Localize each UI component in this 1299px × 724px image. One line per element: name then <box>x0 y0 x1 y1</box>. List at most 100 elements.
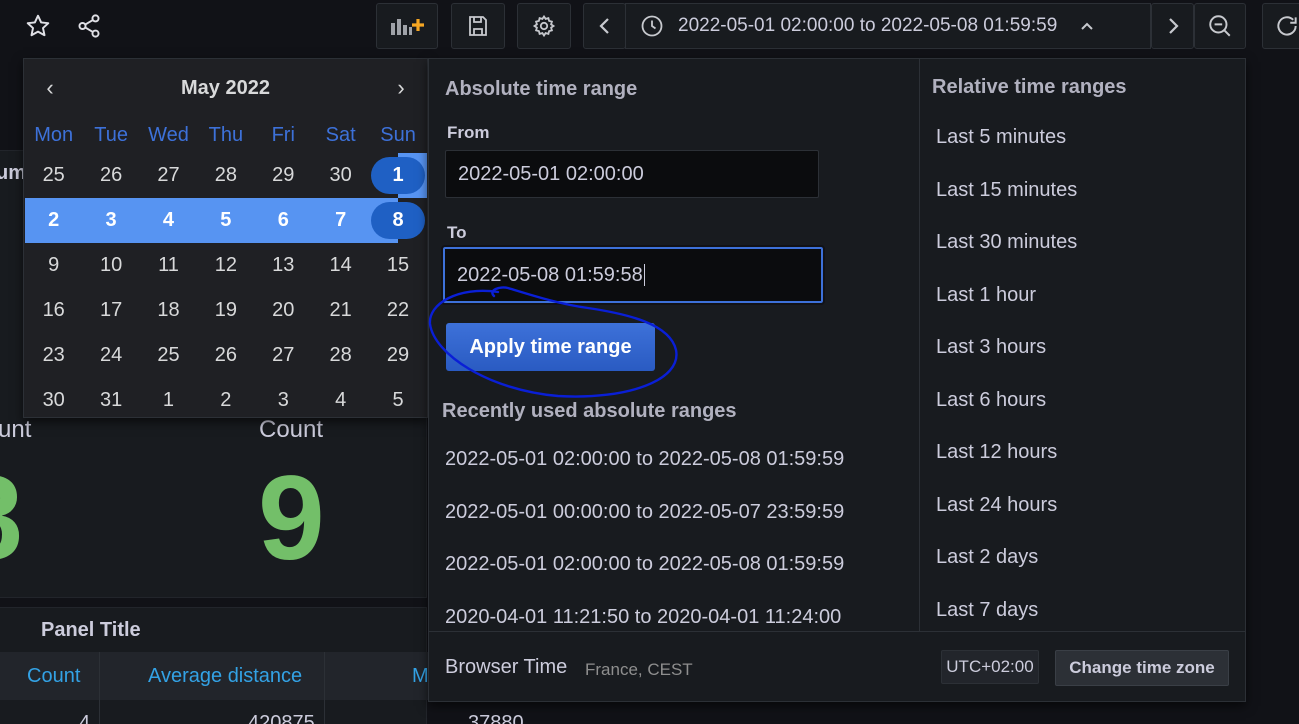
calendar-next-month-button[interactable]: › <box>391 75 411 101</box>
calendar-day[interactable]: 3 <box>255 378 312 423</box>
relative-range-item[interactable]: Last 2 days <box>936 546 1038 569</box>
calendar-day[interactable]: 10 <box>82 243 139 288</box>
calendar-day[interactable]: 5 <box>369 378 426 423</box>
calendar-day[interactable]: 13 <box>255 243 312 288</box>
calendar-weekday: Sat <box>325 123 356 146</box>
calendar-day-number: 3 <box>105 209 117 231</box>
relative-range-item[interactable]: Last 1 hour <box>936 284 1036 307</box>
calendar-day[interactable]: 27 <box>255 333 312 378</box>
to-label: To <box>447 223 467 242</box>
calendar-day[interactable]: 20 <box>255 288 312 333</box>
refresh-button[interactable] <box>1262 3 1299 49</box>
from-label: From <box>447 123 490 142</box>
relative-range-item[interactable]: Last 24 hours <box>936 494 1057 517</box>
save-dashboard-button[interactable] <box>451 3 505 49</box>
relative-range-item[interactable]: Last 15 minutes <box>936 179 1077 202</box>
calendar-day[interactable]: 18 <box>140 288 197 333</box>
calendar-day[interactable]: 28 <box>312 333 369 378</box>
calendar-day[interactable]: 17 <box>82 288 139 333</box>
calendar-day[interactable]: 1 <box>140 378 197 423</box>
calendar-day[interactable]: 8 <box>369 198 427 243</box>
calendar-day-number: 9 <box>48 254 60 276</box>
calendar-day[interactable]: 12 <box>197 243 254 288</box>
calendar-day-number: 24 <box>99 344 123 366</box>
calendar-day[interactable]: 19 <box>197 288 254 333</box>
zoom-out-button[interactable] <box>1194 3 1246 49</box>
calendar-day-number: 21 <box>329 299 352 321</box>
calendar-prev-month-button[interactable]: ‹ <box>40 75 60 101</box>
share-icon[interactable] <box>71 8 107 44</box>
calendar-day-number: 17 <box>99 299 123 321</box>
calendar-day-number: 26 <box>99 164 123 186</box>
calendar-day[interactable]: 28 <box>197 153 254 198</box>
calendar-day[interactable]: 6 <box>254 198 312 243</box>
calendar-weekday: Mon <box>34 123 74 146</box>
from-input[interactable]: 2022-05-01 02:00:00 <box>445 150 819 198</box>
calendar-day[interactable]: 23 <box>25 333 82 378</box>
add-panel-button[interactable] <box>376 3 438 49</box>
settings-button[interactable] <box>517 3 571 49</box>
calendar-day[interactable]: 2 <box>197 378 254 423</box>
table-col-count[interactable]: Count <box>27 665 80 688</box>
time-range-picker-button[interactable]: 2022-05-01 02:00:00 to 2022-05-08 01:59:… <box>625 3 1151 49</box>
calendar-day[interactable]: 29 <box>369 333 426 378</box>
relative-range-item[interactable]: Last 5 minutes <box>936 126 1066 149</box>
table-col-average-distance[interactable]: Average distance <box>148 665 302 688</box>
calendar-day-number: 26 <box>214 344 237 366</box>
calendar-day[interactable]: 15 <box>369 243 426 288</box>
apply-time-range-button[interactable]: Apply time range <box>446 323 655 371</box>
time-range-forward-button[interactable] <box>1151 3 1194 49</box>
calendar-day-number: 10 <box>99 254 123 276</box>
time-range-back-button[interactable] <box>583 3 626 49</box>
calendar-day-number: 16 <box>42 299 65 321</box>
calendar-day[interactable]: 16 <box>25 288 82 333</box>
change-time-zone-button[interactable]: Change time zone <box>1055 650 1229 686</box>
calendar-day-number: 6 <box>277 209 289 231</box>
calendar-day[interactable]: 26 <box>82 153 139 198</box>
to-value: 2022-05-08 01:59:58 <box>457 263 643 286</box>
refresh-icon <box>1277 16 1297 36</box>
recent-range-item[interactable]: 2022-05-01 00:00:00 to 2022-05-07 23:59:… <box>445 501 844 524</box>
calendar-day[interactable]: 24 <box>82 333 139 378</box>
calendar-day[interactable]: 29 <box>255 153 312 198</box>
calendar-day-number: 14 <box>329 254 352 276</box>
calendar-day[interactable]: 31 <box>82 378 139 423</box>
calendar-day[interactable]: 30 <box>312 153 369 198</box>
calendar-day[interactable]: 9 <box>25 243 82 288</box>
table-col-m[interactable]: M <box>412 665 429 688</box>
calendar-day[interactable]: 26 <box>197 333 254 378</box>
calendar-day[interactable]: 30 <box>25 378 82 423</box>
time-zone-name: Browser Time <box>445 656 568 678</box>
calendar-day[interactable]: 7 <box>311 198 370 243</box>
calendar-day[interactable]: 4 <box>139 198 198 243</box>
calendar-day[interactable]: 11 <box>140 243 197 288</box>
calendar-day[interactable]: 25 <box>25 153 82 198</box>
calendar-day[interactable]: 27 <box>140 153 197 198</box>
calendar-day[interactable]: 4 <box>312 378 369 423</box>
calendar-day[interactable]: 21 <box>312 288 369 333</box>
star-icon[interactable] <box>20 8 56 44</box>
save-icon <box>469 16 487 36</box>
calendar-weekday: Thu <box>208 123 244 146</box>
relative-range-item[interactable]: Last 12 hours <box>936 441 1057 464</box>
calendar-day[interactable]: 14 <box>312 243 369 288</box>
calendar-day-number: 19 <box>214 299 237 321</box>
relative-range-item[interactable]: Last 7 days <box>936 599 1038 622</box>
calendar-day-grid: 25 26 27 28 29 30 1 2 3 4 5 6 7 8 9 10 11 12 13 14 15 16 17 18 1… <box>25 153 427 423</box>
time-range-label: 2022-05-01 02:00:00 to 2022-05-08 01:59:… <box>678 15 1058 36</box>
recent-range-item[interactable]: 2022-05-01 02:00:00 to 2022-05-08 01:59:… <box>445 553 844 576</box>
calendar-day[interactable]: 1 <box>369 153 427 198</box>
relative-range-item[interactable]: Last 3 hours <box>936 336 1046 359</box>
calendar-day[interactable]: 22 <box>369 288 426 333</box>
relative-range-item[interactable]: Last 6 hours <box>936 389 1046 412</box>
relative-range-item[interactable]: Last 30 minutes <box>936 231 1077 254</box>
to-input[interactable]: 2022-05-08 01:59:58 <box>441 245 825 305</box>
calendar-day[interactable]: 5 <box>197 198 255 243</box>
table-cell: 4 <box>79 712 91 724</box>
recent-range-item[interactable]: 2020-04-01 11:21:50 to 2020-04-01 11:24:… <box>445 606 841 629</box>
chevron-up-icon <box>1081 22 1093 30</box>
calendar-day[interactable]: 3 <box>82 198 140 243</box>
calendar-day[interactable]: 25 <box>140 333 197 378</box>
recent-range-item[interactable]: 2022-05-01 02:00:00 to 2022-05-08 01:59:… <box>445 448 844 471</box>
calendar-day[interactable]: 2 <box>25 198 83 243</box>
